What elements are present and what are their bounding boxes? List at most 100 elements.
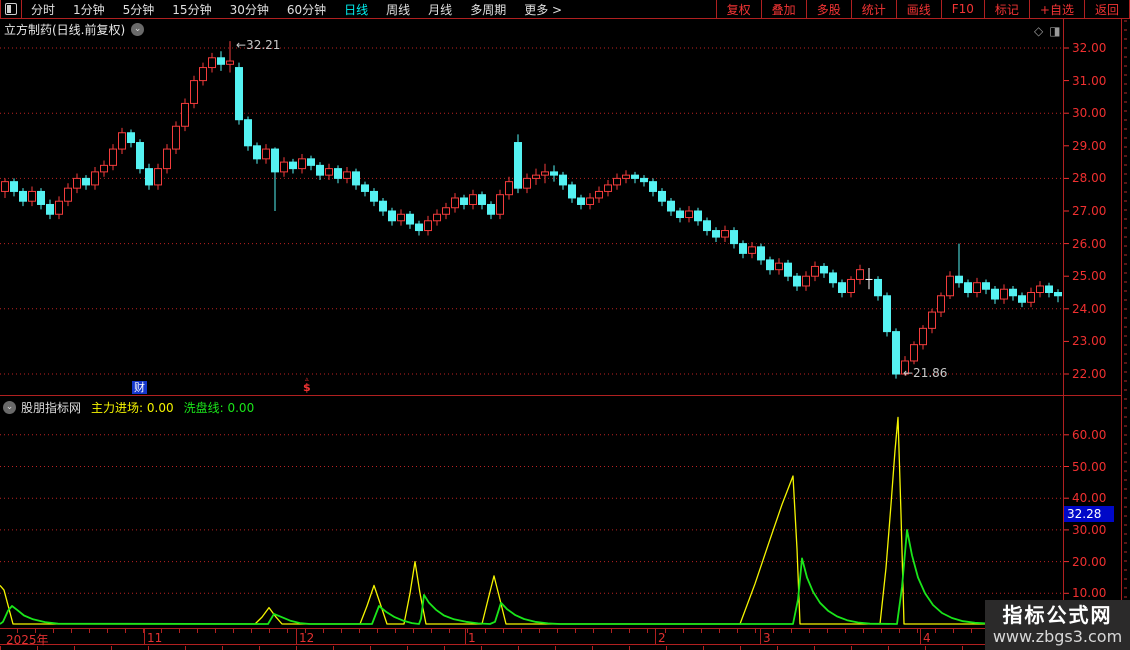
- candle-body-up: [55, 200, 63, 215]
- period-tab-多周期[interactable]: 多周期: [461, 1, 515, 18]
- candle-body-up: [523, 177, 531, 189]
- candle-body-up: [199, 67, 207, 82]
- candle-body-down: [82, 177, 90, 186]
- candle-body-up: [109, 148, 117, 166]
- candle-body-up: [937, 295, 945, 313]
- top-toolbar: 分时 1分钟 5分钟 15分钟 30分钟 60分钟 日线 周线 月线 多周期 更多 > 复权 叠加 多股…: [0, 0, 1130, 19]
- timeline-label: 4: [923, 631, 931, 645]
- price-axis-label: 22.00: [1072, 367, 1107, 381]
- candle-body-down: [1045, 285, 1053, 294]
- timeline-label: 2025年: [6, 633, 49, 647]
- candle-body-down: [757, 246, 765, 261]
- indicator-line-1-label: 主力进场: 0.00: [91, 401, 174, 415]
- candle-body-up: [532, 174, 540, 179]
- axis-cursor-value: 32.28: [1064, 506, 1114, 522]
- candle-body-up: [451, 197, 459, 209]
- candle-body-up: [496, 194, 504, 215]
- candle-body-up: [613, 177, 621, 186]
- period-tab-60分钟[interactable]: 60分钟: [278, 1, 335, 18]
- candle-body-down: [127, 132, 135, 144]
- candle-body-up: [208, 57, 216, 69]
- candle-body-down: [658, 190, 666, 202]
- candle-body-up: [28, 190, 36, 202]
- candle-body-up: [586, 197, 594, 205]
- candle-body-down: [334, 168, 342, 179]
- toolbar-button-返回[interactable]: 返回: [1083, 0, 1129, 19]
- candle-body-down: [514, 142, 522, 189]
- timeline-separator: [144, 629, 145, 645]
- right-tool-strip[interactable]: [1122, 0, 1130, 650]
- candle-body-down: [766, 259, 774, 271]
- toolbar-button-复权[interactable]: 复权: [715, 0, 761, 19]
- candle-body-down: [703, 220, 711, 232]
- timeline-separator: [760, 629, 761, 645]
- split-window-icon[interactable]: ◨: [1049, 24, 1060, 38]
- candle-body-up: [172, 125, 180, 150]
- toolbar-button-统计[interactable]: 统计: [850, 0, 896, 19]
- candle-body-up: [856, 269, 864, 280]
- price-axis-label: 31.00: [1072, 73, 1107, 88]
- candle-body-down: [964, 282, 972, 294]
- indicator-source-label[interactable]: 股朋指标网: [21, 399, 81, 416]
- candle-body-down: [550, 171, 558, 176]
- chevron-down-icon[interactable]: ⌄: [131, 23, 145, 36]
- watermark: 指标公式网 www.zbgs3.com: [985, 600, 1130, 650]
- period-tab-30分钟[interactable]: 30分钟: [221, 1, 278, 18]
- chevron-down-icon[interactable]: ⌄: [3, 401, 16, 414]
- timeline-axis[interactable]: 2025年 11 12 1 2 3 4: [0, 628, 1063, 647]
- low-price-annotation: ←21.86: [903, 366, 948, 380]
- period-tab-更多 >[interactable]: 更多 >: [515, 1, 571, 18]
- dividend-marker[interactable]: ▵ $: [303, 376, 311, 394]
- candle-body-down: [892, 331, 900, 375]
- timeline-label: 11: [147, 631, 163, 645]
- candle-body-up: [505, 181, 513, 196]
- period-tab-周线[interactable]: 周线: [377, 1, 419, 18]
- candle-body-up: [343, 171, 351, 179]
- toolbar-button-+自选[interactable]: +自选: [1028, 0, 1084, 19]
- candle-body-down: [10, 181, 18, 192]
- diamond-icon[interactable]: ◇: [1034, 24, 1043, 38]
- candle-body-up: [226, 60, 234, 65]
- period-tabs: 分时 1分钟 5分钟 15分钟 30分钟 60分钟 日线 周线 月线 多周期 更多 >: [22, 1, 571, 18]
- candle-body-up: [262, 148, 270, 160]
- candle-body-down: [460, 197, 468, 205]
- chart-canvas[interactable]: [0, 0, 1130, 650]
- toolbar-button-多股[interactable]: 多股: [805, 0, 851, 19]
- candle-body-up: [424, 220, 432, 232]
- candle-body-down: [577, 197, 585, 205]
- toolbar-button-F10[interactable]: F10: [940, 0, 984, 19]
- toolbar-button-画线[interactable]: 画线: [895, 0, 941, 19]
- candle-body-down: [649, 181, 657, 192]
- period-tab-月线[interactable]: 月线: [419, 1, 461, 18]
- toolbar-button-叠加[interactable]: 叠加: [760, 0, 806, 19]
- panel-layout-icon[interactable]: [0, 0, 22, 19]
- candle-body-down: [1009, 288, 1017, 297]
- candle-body-down: [361, 184, 369, 192]
- candle-body-down: [991, 288, 999, 300]
- price-axis-label: 24.00: [1072, 301, 1107, 316]
- period-tab-日线[interactable]: 日线: [335, 1, 377, 18]
- timeline-label: 12: [299, 631, 315, 645]
- candle-body-up: [442, 207, 450, 215]
- indicator-line-洗盘线: [0, 529, 1061, 625]
- finance-report-marker[interactable]: 财: [132, 381, 147, 394]
- candle-body-up: [775, 262, 783, 271]
- candle-body-down: [379, 200, 387, 212]
- candle-body-up: [973, 282, 981, 294]
- candle-body-up: [748, 246, 756, 254]
- candle-body-down: [982, 282, 990, 290]
- period-tab-15分钟[interactable]: 15分钟: [163, 1, 220, 18]
- period-tab-5分钟[interactable]: 5分钟: [114, 1, 164, 18]
- panel-divider[interactable]: [0, 395, 1130, 396]
- subpanel-tick-row: [0, 646, 1063, 650]
- candle-body-up: [1000, 288, 1008, 300]
- candle-body-up: [397, 213, 405, 222]
- toolbar-button-标记[interactable]: 标记: [983, 0, 1029, 19]
- indicator-header: ⌄ 股朋指标网 主力进场: 0.00 洗盘线: 0.00: [3, 399, 254, 416]
- period-tab-1分钟[interactable]: 1分钟: [64, 1, 114, 18]
- timeline-separator: [655, 629, 656, 645]
- candle-body-up: [91, 171, 99, 186]
- period-tab-分时[interactable]: 分时: [22, 1, 64, 18]
- candle-body-down: [487, 203, 495, 215]
- price-axis-label: 28.00: [1072, 171, 1107, 186]
